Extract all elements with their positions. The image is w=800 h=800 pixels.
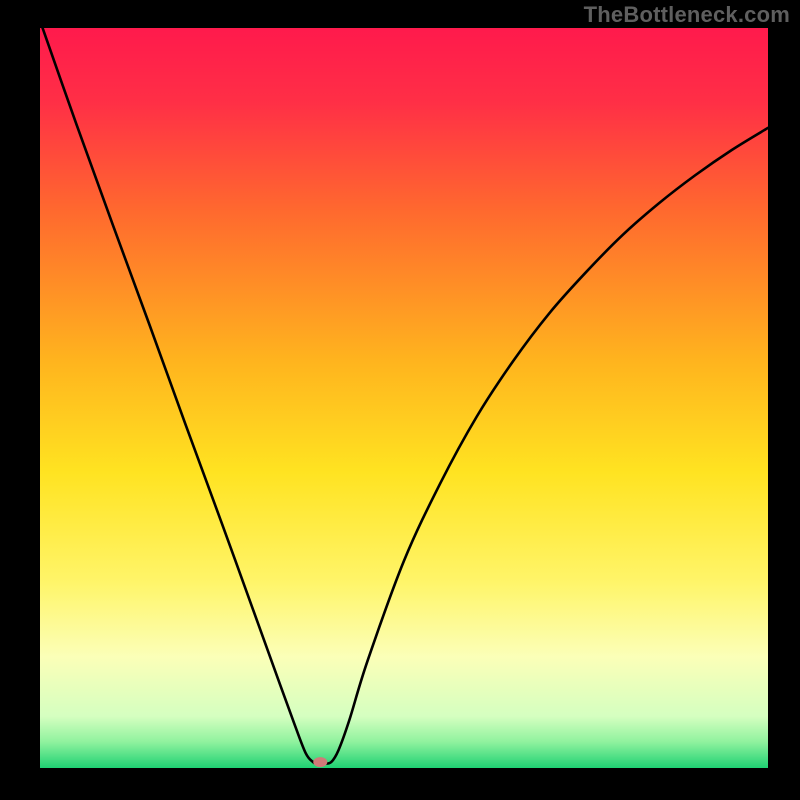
chart-frame: TheBottleneck.com [0,0,800,800]
minimum-marker [313,757,327,767]
plot-background [40,28,768,768]
bottleneck-chart [0,0,800,800]
watermark-text: TheBottleneck.com [584,2,790,28]
